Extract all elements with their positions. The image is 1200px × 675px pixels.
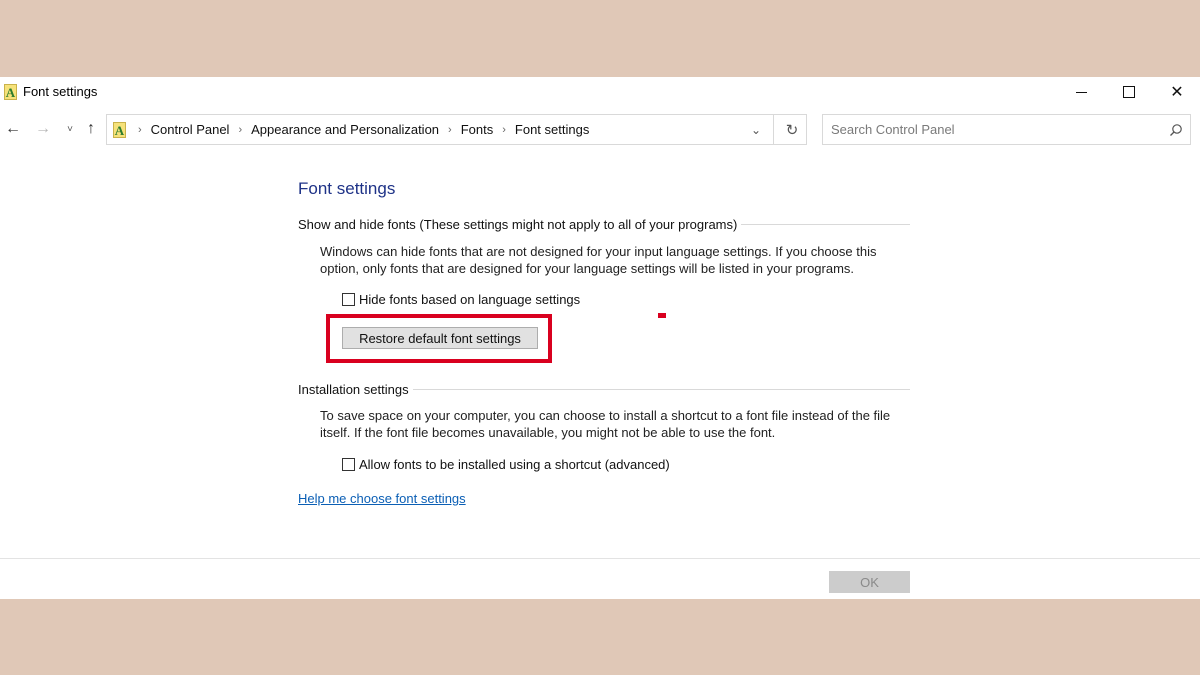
restore-default-font-settings-button[interactable]: Restore default font settings [342, 327, 538, 349]
forward-button[interactable]: → [34, 120, 52, 138]
address-divider [773, 115, 774, 144]
breadcrumb-separator[interactable]: › [448, 124, 452, 136]
hide-fonts-checkbox-row[interactable]: Hide fonts based on language settings [342, 292, 580, 307]
maximize-icon [1123, 86, 1135, 98]
address-dropdown-button[interactable]: ⌄ [747, 121, 765, 139]
chevron-down-icon: ˅ [67, 123, 73, 135]
refresh-button[interactable]: ↻ [782, 120, 802, 140]
breadcrumb-separator[interactable]: › [502, 124, 506, 136]
breadcrumb-font-settings[interactable]: Font settings [515, 122, 589, 137]
chevron-down-icon: ⌄ [750, 123, 762, 137]
help-link[interactable]: Help me choose font settings [298, 491, 466, 506]
section-divider [741, 224, 910, 225]
ok-button[interactable]: OK [829, 571, 910, 593]
footer-divider [0, 558, 1200, 559]
address-bar[interactable]: A › Control Panel › Appearance and Perso… [106, 114, 807, 145]
fonts-folder-icon: A [4, 84, 17, 100]
section-heading-text: Show and hide fonts (These settings migh… [298, 217, 738, 232]
hide-fonts-checkbox-label[interactable]: Hide fonts based on language settings [359, 292, 580, 307]
forward-arrow-icon: → [35, 120, 51, 137]
minimize-button[interactable] [1058, 77, 1104, 107]
annotation-mark [658, 313, 666, 318]
back-button[interactable]: ← [4, 120, 22, 138]
search-input[interactable] [831, 120, 1161, 139]
allow-shortcut-checkbox-label[interactable]: Allow fonts to be installed using a shor… [359, 457, 670, 472]
section-divider [412, 389, 910, 390]
close-button[interactable]: ✕ [1154, 77, 1200, 107]
hide-fonts-checkbox[interactable] [342, 293, 355, 306]
installation-description: To save space on your computer, you can … [320, 408, 891, 440]
search-icon [1170, 124, 1182, 136]
back-arrow-icon: ← [5, 120, 21, 137]
section-heading-text: Installation settings [298, 382, 409, 397]
page-title: Font settings [298, 179, 396, 198]
up-arrow-icon: ↑ [87, 120, 95, 137]
allow-shortcut-checkbox[interactable] [342, 458, 355, 471]
breadcrumb-separator[interactable]: › [238, 124, 242, 136]
close-icon: ✕ [1170, 84, 1184, 101]
recent-locations-button[interactable]: ˅ [61, 120, 79, 138]
show-hide-fonts-heading: Show and hide fonts (These settings migh… [298, 217, 910, 232]
refresh-icon: ↻ [785, 122, 799, 139]
breadcrumb-fonts[interactable]: Fonts [461, 122, 494, 137]
allow-shortcut-checkbox-row[interactable]: Allow fonts to be installed using a shor… [342, 457, 670, 472]
search-box[interactable] [822, 114, 1191, 145]
title-bar: A Font settings ✕ [0, 77, 1200, 107]
breadcrumb-separator[interactable]: › [138, 124, 142, 136]
fonts-folder-icon: A [113, 122, 126, 138]
up-button[interactable]: ↑ [82, 120, 100, 138]
font-settings-window: A Font settings ✕ ← → ˅ ↑ A › Control Pa… [0, 77, 1200, 599]
maximize-button[interactable] [1106, 77, 1152, 107]
installation-settings-heading: Installation settings [298, 382, 910, 397]
breadcrumb: › Control Panel › Appearance and Persona… [133, 115, 589, 144]
breadcrumb-control-panel[interactable]: Control Panel [151, 122, 230, 137]
window-title: Font settings [23, 84, 98, 99]
minimize-icon [1075, 91, 1087, 93]
breadcrumb-appearance-personalization[interactable]: Appearance and Personalization [251, 122, 439, 137]
show-hide-description: Windows can hide fonts that are not desi… [320, 244, 877, 276]
